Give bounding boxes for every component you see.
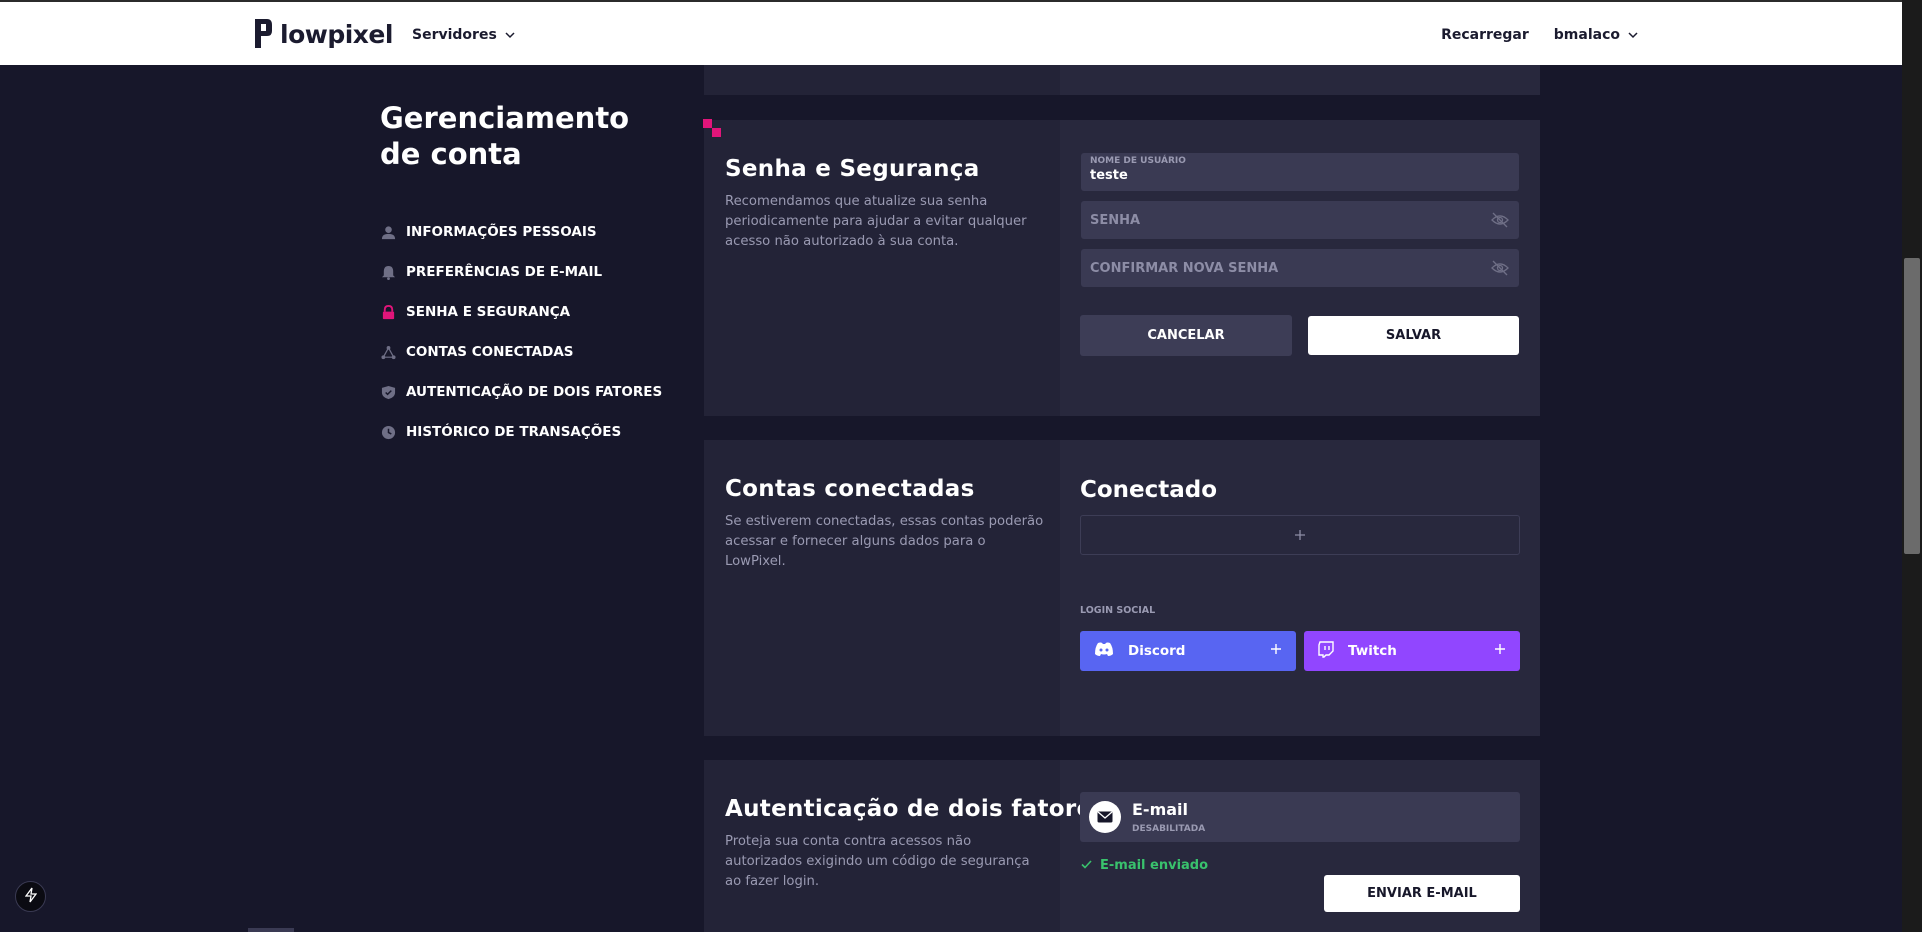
- sidebar-item-password-security[interactable]: SENHA E SEGURANÇA: [380, 292, 680, 332]
- method-status: DESABILITADA: [1132, 824, 1206, 834]
- section-description: Proteja sua conta contra acessos não aut…: [725, 834, 1030, 889]
- sidebar-item-label: HISTÓRICO DE TRANSAÇÕES: [406, 424, 622, 440]
- lightning-icon: [24, 887, 37, 907]
- reload-link[interactable]: Recarregar: [1441, 27, 1529, 43]
- nav-right: Recarregar bmalaco: [1441, 27, 1638, 43]
- connected-accounts-section: Contas conectadas Se estiverem conectada…: [704, 440, 1540, 736]
- discord-icon: [1094, 642, 1114, 661]
- clock-icon: [380, 424, 396, 440]
- add-connection-button[interactable]: [1080, 515, 1520, 555]
- sidebar-item-two-factor[interactable]: AUTENTICAÇÃO DE DOIS FATORES: [380, 372, 680, 412]
- servers-label: Servidores: [412, 27, 497, 43]
- confirm-password-field[interactable]: [1081, 249, 1519, 287]
- sidebar-item-label: CONTAS CONECTADAS: [406, 344, 574, 360]
- sidebar-item-label: SENHA E SEGURANÇA: [406, 304, 571, 320]
- plus-icon: [1494, 643, 1506, 659]
- sidebar-item-label: PREFERÊNCIAS DE E-MAIL: [406, 264, 603, 280]
- chevron-down-icon: [505, 31, 515, 38]
- password-security-section: Senha e Segurança Recomendamos que atual…: [703, 119, 1540, 416]
- two-factor-section: Autenticação de dois fatores Proteja sua…: [704, 760, 1540, 932]
- previous-section-panel: [704, 65, 1540, 95]
- lock-icon: [380, 304, 396, 320]
- discord-label: Discord: [1128, 643, 1186, 659]
- cancel-button[interactable]: CANCELAR: [1080, 315, 1292, 356]
- plus-icon: [1294, 525, 1306, 546]
- sent-text: E-mail enviado: [1100, 858, 1209, 873]
- twitch-icon: [1318, 640, 1334, 662]
- save-button[interactable]: SALVAR: [1308, 316, 1519, 355]
- sidebar-item-email-preferences[interactable]: PREFERÊNCIAS DE E-MAIL: [380, 252, 680, 292]
- logo[interactable]: lowpixel: [252, 17, 393, 51]
- password-input[interactable]: [1090, 201, 1470, 239]
- discord-connect-button[interactable]: Discord: [1080, 631, 1296, 671]
- section-title: Contas conectadas: [725, 476, 975, 502]
- username-label: NOME DE USUÁRIO: [1090, 156, 1186, 166]
- twitch-connect-button[interactable]: Twitch: [1304, 631, 1520, 671]
- section-title: Autenticação de dois fatores: [725, 796, 1107, 822]
- sidebar-item-personal-info[interactable]: INFORMAÇÕES PESSOAIS: [380, 212, 680, 252]
- sidebar-menu: INFORMAÇÕES PESSOAIS PREFERÊNCIAS DE E-M…: [380, 212, 680, 452]
- sidebar-item-transaction-history[interactable]: HISTÓRICO DE TRANSAÇÕES: [380, 412, 680, 452]
- floating-action-button[interactable]: [15, 881, 46, 912]
- bell-icon: [380, 264, 396, 280]
- password-field[interactable]: [1081, 201, 1519, 239]
- user-menu[interactable]: bmalaco: [1554, 27, 1638, 43]
- plus-icon: [1270, 643, 1282, 659]
- username-value: teste: [1090, 168, 1128, 183]
- username: bmalaco: [1553, 27, 1620, 43]
- account-sidebar: Gerenciamento de conta INFORMAÇÕES PESSO…: [380, 100, 680, 452]
- network-icon: [380, 344, 396, 360]
- sidebar-item-connected-accounts[interactable]: CONTAS CONECTADAS: [380, 332, 680, 372]
- logo-text: lowpixel: [280, 19, 393, 49]
- social-login-label: LOGIN SOCIAL: [1080, 605, 1156, 616]
- vertical-scrollbar[interactable]: [1902, 0, 1922, 932]
- bottom-indicator: [248, 928, 294, 932]
- top-navbar: lowpixel Servidores Recarregar bmalaco: [0, 0, 1902, 65]
- email-sent-status: E-mail enviado: [1081, 858, 1208, 873]
- lowpixel-logo-icon: [255, 19, 272, 48]
- section-description: Se estiverem conectadas, essas contas po…: [725, 514, 1044, 569]
- sidebar-item-label: AUTENTICAÇÃO DE DOIS FATORES: [406, 384, 663, 400]
- eye-off-icon[interactable]: [1491, 212, 1509, 232]
- confirm-password-input[interactable]: [1090, 249, 1470, 287]
- connected-heading: Conectado: [1080, 477, 1218, 503]
- sidebar-item-label: INFORMAÇÕES PESSOAIS: [406, 224, 597, 240]
- email-method-card[interactable]: E-mail DESABILITADA: [1080, 792, 1520, 842]
- page-title: Gerenciamento de conta: [380, 101, 630, 171]
- section-title: Senha e Segurança: [725, 156, 980, 182]
- section-description: Recomendamos que atualize sua senha peri…: [725, 194, 1027, 249]
- envelope-icon: [1089, 801, 1121, 833]
- check-icon: [1081, 858, 1092, 873]
- scrollbar-thumb[interactable]: [1904, 258, 1920, 554]
- shield-check-icon: [380, 384, 396, 400]
- username-field[interactable]: NOME DE USUÁRIO teste: [1081, 153, 1519, 191]
- eye-off-icon[interactable]: [1491, 260, 1509, 280]
- chevron-down-icon: [1628, 31, 1638, 38]
- send-email-button[interactable]: ENVIAR E-MAIL: [1324, 875, 1520, 912]
- user-icon: [380, 224, 396, 240]
- twitch-label: Twitch: [1348, 643, 1397, 659]
- method-title: E-mail: [1132, 800, 1189, 819]
- servers-menu[interactable]: Servidores: [412, 27, 515, 43]
